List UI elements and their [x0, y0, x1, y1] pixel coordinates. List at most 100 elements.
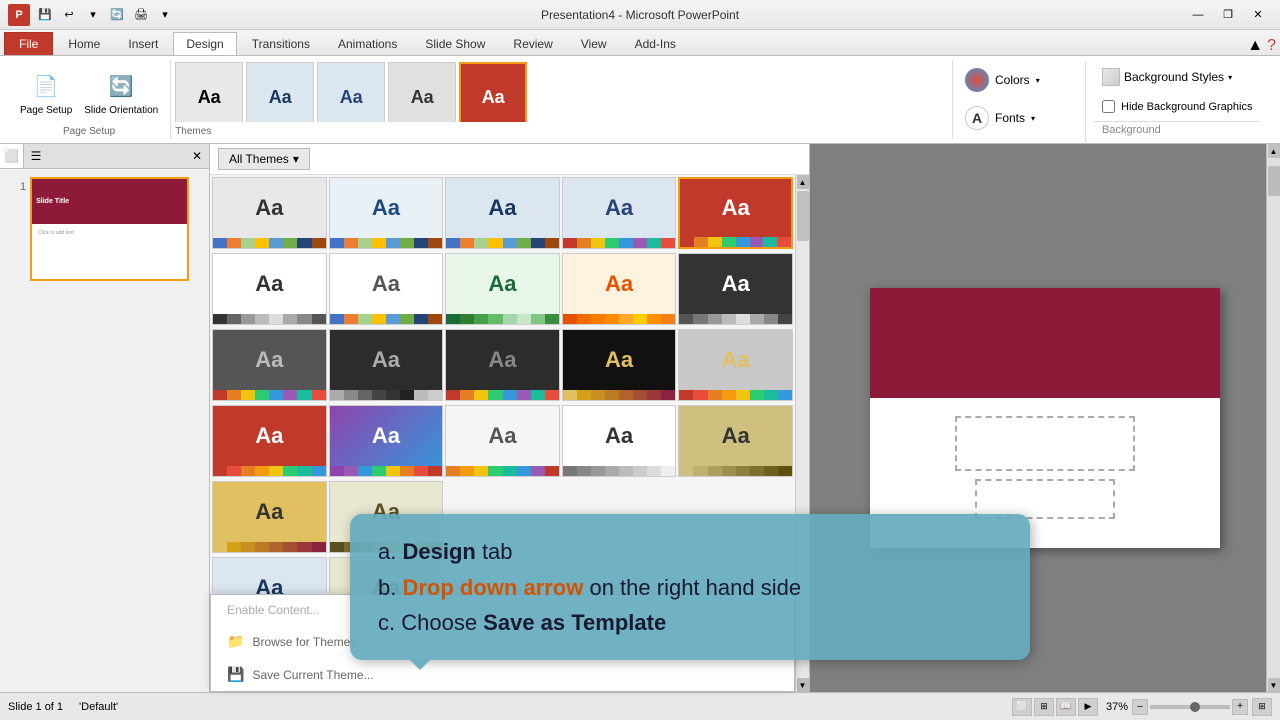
- tab-home[interactable]: Home: [55, 32, 113, 55]
- canvas-scroll-thumb-v[interactable]: [1268, 166, 1280, 196]
- zoom-slider[interactable]: [1150, 705, 1230, 709]
- window-controls[interactable]: — ❐ ✕: [1184, 5, 1272, 25]
- themes-quick-list: Aa Aa Aa Aa Aa: [175, 62, 948, 122]
- theme-cell-2-1[interactable]: Aa: [212, 253, 327, 325]
- slide-sub-placeholder: [975, 479, 1115, 519]
- theme-cell-3-1[interactable]: Aa: [212, 329, 327, 401]
- theme-cell-1-1[interactable]: Aa: [212, 177, 327, 249]
- theme-colors-3-5: [679, 390, 792, 400]
- theme-cell-1-5[interactable]: Aa: [678, 177, 793, 249]
- dropdown-item-save[interactable]: 💾 Save Current Theme...: [211, 658, 794, 691]
- theme-aa-4-5: Aa: [679, 406, 792, 466]
- scroll-down-btn[interactable]: ▼: [797, 678, 809, 692]
- quick-access-toolbar[interactable]: 💾 ↩ ▾ 🔄 🖨 ▾: [34, 4, 176, 26]
- theme-item-4[interactable]: Aa: [388, 62, 456, 122]
- dropdown-highlight: Drop down arrow: [402, 575, 583, 600]
- ribbon-collapse-btn[interactable]: ▲: [1247, 37, 1263, 55]
- normal-view-btn[interactable]: ⬜: [1012, 698, 1032, 716]
- save-quick-btn[interactable]: 💾: [34, 4, 56, 26]
- theme-cell-1-4[interactable]: Aa: [562, 177, 677, 249]
- slide-thumb-1[interactable]: Slide Title Click to add text: [30, 177, 189, 281]
- panel-tab-icon[interactable]: ⬜: [0, 144, 24, 168]
- colors-option[interactable]: Colors ▾: [957, 62, 1077, 98]
- theme-item-2[interactable]: Aa: [246, 62, 314, 122]
- theme-cell-3-2[interactable]: Aa: [329, 329, 444, 401]
- canvas-scroll-up[interactable]: ▲: [1268, 144, 1280, 158]
- slide-canvas-scrollbar-v: ▲ ▼: [1266, 144, 1280, 692]
- theme-aa-2-2: Aa: [330, 254, 443, 314]
- theme-colors-2-5: [679, 314, 792, 324]
- panel-close-btn[interactable]: ✕: [185, 144, 209, 168]
- theme-item-3[interactable]: Aa: [317, 62, 385, 122]
- tab-transitions[interactable]: Transitions: [239, 32, 323, 55]
- slide-orientation-button[interactable]: 🔄 Slide Orientation: [80, 69, 162, 118]
- theme-cell-3-4[interactable]: Aa: [562, 329, 677, 401]
- theme-cell-4-1[interactable]: Aa: [212, 405, 327, 477]
- fonts-option[interactable]: A Fonts ▾: [957, 100, 1077, 136]
- hide-bg-checkbox[interactable]: [1102, 100, 1115, 113]
- theme-colors-4-5: [679, 466, 792, 476]
- tab-review[interactable]: Review: [500, 32, 565, 55]
- themes-group-label: Themes: [175, 124, 948, 137]
- minimize-btn[interactable]: —: [1184, 5, 1212, 25]
- background-styles-button[interactable]: Background Styles ▾: [1094, 62, 1260, 92]
- zoom-out-btn[interactable]: –: [1132, 699, 1148, 715]
- theme-item-5[interactable]: Aa: [459, 62, 527, 122]
- hide-bg-option[interactable]: Hide Background Graphics: [1094, 96, 1260, 117]
- theme-aa-3-4: Aa: [563, 330, 676, 390]
- scroll-thumb[interactable]: [797, 191, 809, 241]
- fit-slide-btn[interactable]: ⊞: [1252, 698, 1272, 716]
- slide-thumb-text: Click to add text: [38, 230, 181, 236]
- undo-btn[interactable]: ↩: [58, 4, 80, 26]
- help-btn[interactable]: ?: [1267, 37, 1276, 55]
- instruction-balloon: a. Design tab b. Drop down arrow on the …: [350, 514, 1030, 660]
- theme-aa-1-1: Aa: [213, 178, 326, 238]
- theme-cell-4-3[interactable]: Aa: [445, 405, 560, 477]
- tab-slideshow[interactable]: Slide Show: [412, 32, 498, 55]
- theme-cell-3-5[interactable]: Aa: [678, 329, 793, 401]
- theme-cell-2-5[interactable]: Aa: [678, 253, 793, 325]
- fonts-icon: A: [965, 106, 989, 130]
- theme-cell-4-5[interactable]: Aa: [678, 405, 793, 477]
- canvas-scroll-down[interactable]: ▼: [1268, 678, 1280, 692]
- tab-insert[interactable]: Insert: [115, 32, 171, 55]
- theme-row-1: Aa Aa Aa: [210, 175, 795, 251]
- balloon-line2: b. Drop down arrow on the right hand sid…: [378, 570, 1002, 605]
- zoom-slider-area[interactable]: – +: [1132, 699, 1248, 715]
- page-setup-label: Page Setup: [20, 105, 72, 116]
- theme-cell-5-1[interactable]: Aa: [212, 481, 327, 553]
- theme-colors-2-2: [330, 314, 443, 324]
- slideshow-btn[interactable]: ▶: [1078, 698, 1098, 716]
- theme-item-default[interactable]: Aa: [175, 62, 243, 122]
- slide-sorter-btn[interactable]: ⊞: [1034, 698, 1054, 716]
- tab-file[interactable]: File: [4, 32, 53, 55]
- theme-cell-3-3[interactable]: Aa: [445, 329, 560, 401]
- theme-cell-2-2[interactable]: Aa: [329, 253, 444, 325]
- panel-tab-list[interactable]: ☰: [24, 144, 48, 168]
- scroll-up-btn[interactable]: ▲: [797, 175, 809, 189]
- theme-row-3: Aa Aa Aa: [210, 327, 795, 403]
- maximize-btn[interactable]: ❐: [1214, 5, 1242, 25]
- undo-arrow[interactable]: ▾: [82, 4, 104, 26]
- tab-animations[interactable]: Animations: [325, 32, 410, 55]
- theme-cell-4-2[interactable]: Aa: [329, 405, 444, 477]
- close-btn[interactable]: ✕: [1244, 5, 1272, 25]
- print-btn[interactable]: 🖨: [130, 4, 152, 26]
- theme-cell-1-3[interactable]: Aa: [445, 177, 560, 249]
- zoom-in-btn[interactable]: +: [1232, 699, 1248, 715]
- theme-cell-1-2[interactable]: Aa: [329, 177, 444, 249]
- more-btn[interactable]: ▾: [154, 4, 176, 26]
- reading-view-btn[interactable]: 📖: [1056, 698, 1076, 716]
- theme-cell-2-3[interactable]: Aa: [445, 253, 560, 325]
- zoom-slider-thumb[interactable]: [1190, 702, 1200, 712]
- tab-addins[interactable]: Add-Ins: [622, 32, 689, 55]
- theme-cell-2-4[interactable]: Aa: [562, 253, 677, 325]
- slide-main[interactable]: [870, 288, 1220, 548]
- tab-view[interactable]: View: [568, 32, 620, 55]
- theme-cell-4-4[interactable]: Aa: [562, 405, 677, 477]
- page-setup-button[interactable]: 📄 Page Setup: [16, 69, 76, 118]
- tab-design[interactable]: Design: [173, 32, 236, 55]
- all-themes-button[interactable]: All Themes ▾: [218, 148, 310, 170]
- slide-panel: ⬜ ☰ ✕ 1 Slide Title Click to add text: [0, 144, 210, 692]
- redo-btn[interactable]: 🔄: [106, 4, 128, 26]
